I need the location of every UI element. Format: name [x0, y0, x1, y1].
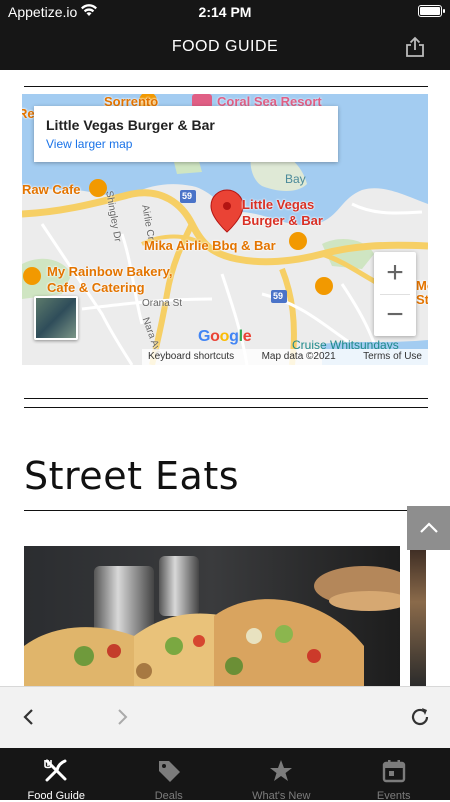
map-label: Bay: [285, 172, 306, 186]
nav-bar: FOOD GUIDE: [0, 24, 450, 70]
browser-toolbar: [0, 686, 450, 748]
tab-label: What's New: [225, 790, 338, 802]
tab-food-guide[interactable]: Food Guide: [0, 748, 113, 800]
map-label: Orana St: [142, 298, 182, 309]
back-arrow-icon[interactable]: [20, 707, 36, 727]
map-label: Little Vegas: [242, 197, 314, 212]
tab-whats-new[interactable]: What's New: [225, 748, 338, 800]
fork-knife-icon: [43, 758, 69, 784]
page-content[interactable]: Sorrento Coral Sea Resort Re Raw Cafe Ba…: [0, 70, 450, 686]
status-time: 2:14 PM: [0, 4, 450, 20]
divider: [24, 407, 428, 408]
divider: [24, 398, 428, 399]
status-bar: Appetize.io 2:14 PM: [0, 0, 450, 24]
tab-deals[interactable]: Deals: [113, 748, 226, 800]
map-embed[interactable]: Sorrento Coral Sea Resort Re Raw Cafe Ba…: [22, 94, 428, 365]
view-larger-map-link[interactable]: View larger map: [46, 137, 326, 151]
divider: [24, 510, 428, 511]
map-info-card: Little Vegas Burger & Bar View larger ma…: [34, 106, 338, 162]
terms-link[interactable]: Terms of Use: [363, 351, 422, 363]
route-badge: 59: [182, 191, 192, 201]
page-title: FOOD GUIDE: [0, 38, 450, 56]
zoom-in-button[interactable]: +: [374, 252, 416, 294]
google-logo: Google: [198, 328, 251, 346]
tab-bar: Food Guide Deals What's New Events: [0, 748, 450, 800]
food-image[interactable]: [24, 546, 400, 686]
map-label: Mo: [416, 278, 428, 293]
share-icon[interactable]: [404, 36, 426, 58]
divider: [24, 86, 428, 87]
map-data-label: Map data ©2021: [262, 351, 336, 363]
tab-label: Food Guide: [0, 790, 113, 802]
tag-icon: [156, 758, 182, 784]
map-label: Raw Cafe: [22, 182, 81, 197]
calendar-icon: [381, 758, 407, 784]
zoom-out-button[interactable]: −: [374, 294, 416, 336]
satellite-toggle[interactable]: [34, 296, 78, 340]
chevron-up-icon: [420, 522, 438, 534]
reload-icon[interactable]: [408, 705, 432, 729]
scroll-to-top-button[interactable]: [407, 506, 450, 550]
map-label: Sta: [416, 292, 428, 307]
tab-label: Events: [338, 790, 450, 802]
zoom-control: + −: [374, 252, 416, 336]
map-place-name: Little Vegas Burger & Bar: [46, 117, 326, 133]
battery-icon: [418, 5, 442, 17]
map-label: Re: [22, 106, 35, 121]
tab-events[interactable]: Events: [338, 748, 450, 800]
map-attribution: Keyboard shortcuts Map data ©2021 Terms …: [142, 349, 428, 365]
map-label: Burger & Bar: [242, 213, 323, 228]
map-label: My Rainbow Bakery,: [47, 264, 172, 279]
star-icon: [268, 758, 294, 784]
section-title: Street Eats: [24, 454, 239, 498]
food-image-next[interactable]: [410, 546, 426, 686]
map-label: Mika Airlie Bbq & Bar: [144, 238, 276, 253]
tab-label: Deals: [113, 790, 226, 802]
map-label: Cafe & Catering: [47, 280, 145, 295]
forward-arrow-icon[interactable]: [114, 707, 130, 727]
keyboard-shortcuts-link[interactable]: Keyboard shortcuts: [148, 351, 234, 363]
route-badge: 59: [273, 291, 283, 301]
